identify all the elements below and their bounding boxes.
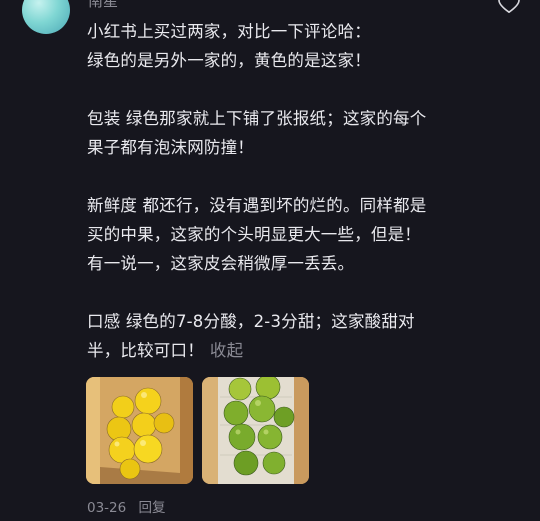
comment-footer: 03-26 回复	[87, 499, 166, 517]
comment-paragraph: 包装 绿色那家就上下铺了张报纸；这家的每个 果子都有泡沫网防撞！	[87, 104, 487, 162]
comment-paragraph: 口感 绿色的7-8分酸，2-3分甜；这家酸甜对 半，比较可口！ 收起	[87, 307, 487, 365]
username[interactable]: 南星	[88, 0, 118, 11]
comment-line-last: 半，比较可口！ 收起	[87, 336, 487, 365]
collapse-button[interactable]: 收起	[210, 341, 243, 360]
comment-text: 小红书上买过两家，对比一下评论哈： 绿色的是另外一家的，黄色的是这家！ 包装 绿…	[87, 17, 487, 365]
reply-button[interactable]: 回复	[139, 500, 166, 516]
comment-line: 口感 绿色的7-8分酸，2-3分甜；这家酸甜对	[87, 312, 415, 331]
photo-yellow-passion-fruit[interactable]	[86, 377, 193, 484]
comment-paragraph: 新鲜度 都还行，没有遇到坏的烂的。同样都是 买的中果，这家的个头明显更大一些，但…	[87, 191, 487, 278]
photo-green-passion-fruit[interactable]	[202, 377, 309, 484]
comment-line: 有一说一，这家皮会稍微厚一丢丢。	[87, 254, 355, 273]
comment-line: 绿色的是另外一家的，黄色的是这家！	[87, 51, 371, 70]
comment-line: 买的中果，这家的个头明显更大一些，但是！	[87, 225, 421, 244]
comment-screen: 南星 小红书上买过两家，对比一下评论哈： 绿色的是另外一家的，黄色的是这家！ 包…	[0, 0, 540, 521]
green-passion-fruit-image	[202, 377, 309, 484]
comment-line: 果子都有泡沫网防撞！	[87, 138, 254, 157]
yellow-passion-fruit-image	[86, 377, 193, 484]
comment-date: 03-26	[87, 500, 127, 516]
avatar[interactable]	[22, 0, 70, 34]
photo-row	[86, 377, 309, 484]
comment-line: 包装 绿色那家就上下铺了张报纸；这家的每个	[87, 109, 427, 128]
comment-line: 新鲜度 都还行，没有遇到坏的烂的。同样都是	[87, 196, 427, 215]
comment-line: 小红书上买过两家，对比一下评论哈：	[87, 22, 371, 41]
comment-line-text: 半，比较可口！	[87, 341, 204, 360]
comment-paragraph: 小红书上买过两家，对比一下评论哈： 绿色的是另外一家的，黄色的是这家！	[87, 17, 487, 75]
heart-outline-icon[interactable]	[496, 0, 522, 14]
